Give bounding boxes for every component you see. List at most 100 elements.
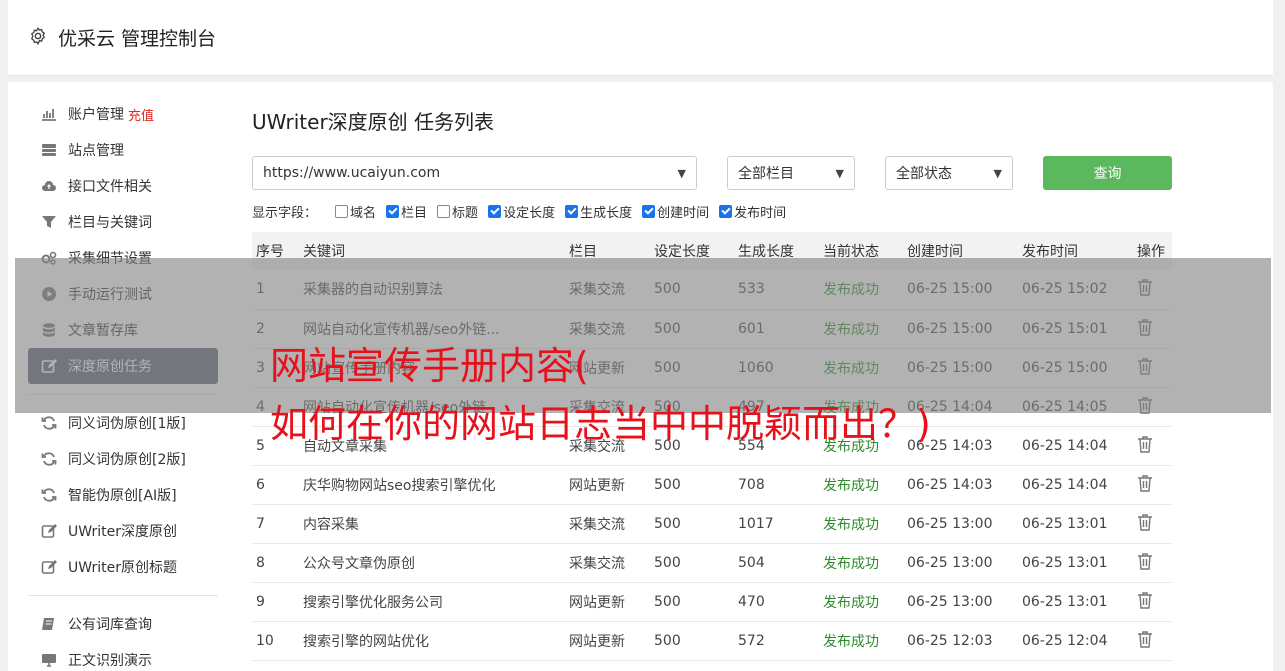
app-title: 优采云 管理控制台 bbox=[58, 28, 217, 50]
checkbox-unchecked-icon[interactable] bbox=[335, 205, 349, 218]
sidebar-item[interactable]: 站点管理 bbox=[28, 132, 218, 168]
trash-icon[interactable] bbox=[1137, 552, 1153, 570]
column-select[interactable]: 全部栏目 ▼ bbox=[727, 156, 855, 190]
sidebar-item[interactable]: 公有词库查询 bbox=[28, 606, 218, 642]
table-cell-actions bbox=[1133, 582, 1172, 621]
sidebar-item[interactable]: UWriter原创标题 bbox=[28, 549, 218, 585]
table-cell-actions bbox=[1133, 543, 1172, 582]
table-cell: 06-25 13:00 bbox=[907, 554, 993, 571]
status-select[interactable]: 全部状态 ▼ bbox=[885, 156, 1013, 190]
table-cell: 06-25 14:03 bbox=[907, 476, 993, 493]
field-checkbox-label: 域名 bbox=[350, 206, 377, 221]
trash-icon[interactable] bbox=[1137, 435, 1153, 453]
gear-icon[interactable] bbox=[28, 26, 48, 46]
field-checkbox[interactable]: 设定长度 bbox=[488, 202, 555, 221]
table-cell-actions bbox=[1133, 465, 1172, 504]
sidebar-item[interactable]: 智能伪原创[AI版] bbox=[28, 477, 218, 513]
sidebar-item-label: 公有词库查询 bbox=[68, 617, 152, 633]
table-cell: 504 bbox=[738, 554, 765, 571]
table-cell: 发布成功 bbox=[823, 516, 879, 533]
field-checkbox[interactable]: 标题 bbox=[437, 202, 478, 221]
table-cell: 06-25 13:00 bbox=[907, 593, 993, 610]
query-button[interactable]: 查询 bbox=[1043, 156, 1172, 190]
table-cell: 06-25 13:01 bbox=[1022, 515, 1108, 532]
site-select-value: https://www.ucaiyun.com bbox=[263, 165, 441, 181]
recharge-link[interactable]: 充值 bbox=[128, 105, 154, 124]
display-fields-label: 显示字段： bbox=[252, 206, 318, 221]
table-cell: 采集交流 bbox=[569, 555, 625, 572]
checkbox-checked-icon[interactable] bbox=[565, 205, 579, 218]
field-checkbox[interactable]: 创建时间 bbox=[642, 202, 709, 221]
edit-icon bbox=[40, 522, 58, 540]
sidebar-divider bbox=[28, 595, 218, 596]
page-title: UWriter深度原创 任务列表 bbox=[252, 110, 495, 134]
field-checkbox[interactable]: 发布时间 bbox=[719, 202, 786, 221]
table-cell: 06-25 13:00 bbox=[907, 515, 993, 532]
table-cell: 9 bbox=[256, 593, 265, 610]
table-cell: 内容采集 bbox=[303, 516, 359, 533]
filter-icon bbox=[40, 213, 58, 231]
table-cell: 6 bbox=[256, 476, 265, 493]
chevron-down-icon: ▼ bbox=[677, 166, 686, 180]
top-bar: 优采云 管理控制台 bbox=[8, 0, 1273, 76]
field-checkbox[interactable]: 生成长度 bbox=[565, 202, 632, 221]
refresh-icon bbox=[40, 486, 58, 504]
sidebar-item[interactable]: 栏目与关键词 bbox=[28, 204, 218, 240]
edit-icon bbox=[40, 558, 58, 576]
table-cell: 7 bbox=[256, 515, 265, 532]
chevron-down-icon: ▼ bbox=[993, 166, 1002, 180]
checkbox-unchecked-icon[interactable] bbox=[437, 205, 451, 218]
sidebar-item-label: 站点管理 bbox=[68, 143, 124, 159]
field-checkbox[interactable]: 栏目 bbox=[386, 202, 427, 221]
sidebar-item[interactable]: 同义词伪原创[2版] bbox=[28, 441, 218, 477]
sidebar-item-label: 正文识别演示 bbox=[68, 653, 152, 669]
site-select[interactable]: https://www.ucaiyun.com ▼ bbox=[252, 156, 697, 190]
trash-icon[interactable] bbox=[1137, 591, 1153, 609]
table-cell: 06-25 14:04 bbox=[1022, 476, 1108, 493]
server-icon bbox=[40, 141, 58, 159]
field-checkbox[interactable]: 域名 bbox=[335, 202, 376, 221]
table-cell: 公众号文章伪原创 bbox=[303, 555, 415, 572]
field-checkbox-label: 标题 bbox=[452, 206, 479, 221]
cloud-upload-icon bbox=[40, 177, 58, 195]
checkbox-checked-icon[interactable] bbox=[642, 205, 656, 218]
trash-icon[interactable] bbox=[1137, 474, 1153, 492]
table-cell: 06-25 14:04 bbox=[1022, 437, 1108, 454]
table-cell: 708 bbox=[738, 476, 765, 493]
chevron-down-icon: ▼ bbox=[835, 166, 844, 180]
table-cell: 06-25 13:01 bbox=[1022, 593, 1108, 610]
sidebar-item[interactable]: UWriter深度原创 bbox=[28, 513, 218, 549]
trash-icon[interactable] bbox=[1137, 513, 1153, 531]
field-checkbox-label: 栏目 bbox=[401, 206, 428, 221]
table-cell: 发布成功 bbox=[823, 594, 879, 611]
sidebar-item-label: 栏目与关键词 bbox=[68, 215, 152, 231]
sidebar-item-label: 账户管理 bbox=[68, 107, 124, 123]
table-cell: 发布成功 bbox=[823, 555, 879, 572]
trash-icon[interactable] bbox=[1137, 630, 1153, 648]
sidebar-item-label: 智能伪原创[AI版] bbox=[68, 488, 177, 504]
sidebar-item[interactable]: 正文识别演示 bbox=[28, 642, 218, 671]
table-cell: 06-25 13:01 bbox=[1022, 554, 1108, 571]
table-cell: 10 bbox=[256, 632, 274, 649]
book-icon bbox=[40, 615, 58, 633]
checkbox-checked-icon[interactable] bbox=[719, 205, 733, 218]
field-checkbox-label: 生成长度 bbox=[580, 206, 633, 221]
table-cell-actions bbox=[1133, 504, 1172, 543]
field-checkbox-label: 设定长度 bbox=[503, 206, 556, 221]
table-cell: 网站更新 bbox=[569, 594, 625, 611]
headline-line-2: 如何在你的网站日志当中中脱颖而出？) bbox=[270, 402, 931, 446]
table-cell: 500 bbox=[654, 554, 681, 571]
filter-bar: https://www.ucaiyun.com ▼ 全部栏目 ▼ 全部状态 ▼ … bbox=[252, 156, 1172, 192]
sidebar-item[interactable]: 接口文件相关 bbox=[28, 168, 218, 204]
checkbox-checked-icon[interactable] bbox=[386, 205, 400, 218]
refresh-icon bbox=[40, 450, 58, 468]
table-cell: 06-25 12:03 bbox=[907, 632, 993, 649]
table-cell: 8 bbox=[256, 554, 265, 571]
checkbox-checked-icon[interactable] bbox=[488, 205, 502, 218]
table-cell: 500 bbox=[654, 593, 681, 610]
refresh-icon bbox=[40, 414, 58, 432]
sidebar-item[interactable]: 账户管理 充值 bbox=[28, 96, 218, 132]
status-select-value: 全部状态 bbox=[896, 166, 952, 182]
table-cell: 网站更新 bbox=[569, 633, 625, 650]
table-cell: 发布成功 bbox=[823, 633, 879, 650]
